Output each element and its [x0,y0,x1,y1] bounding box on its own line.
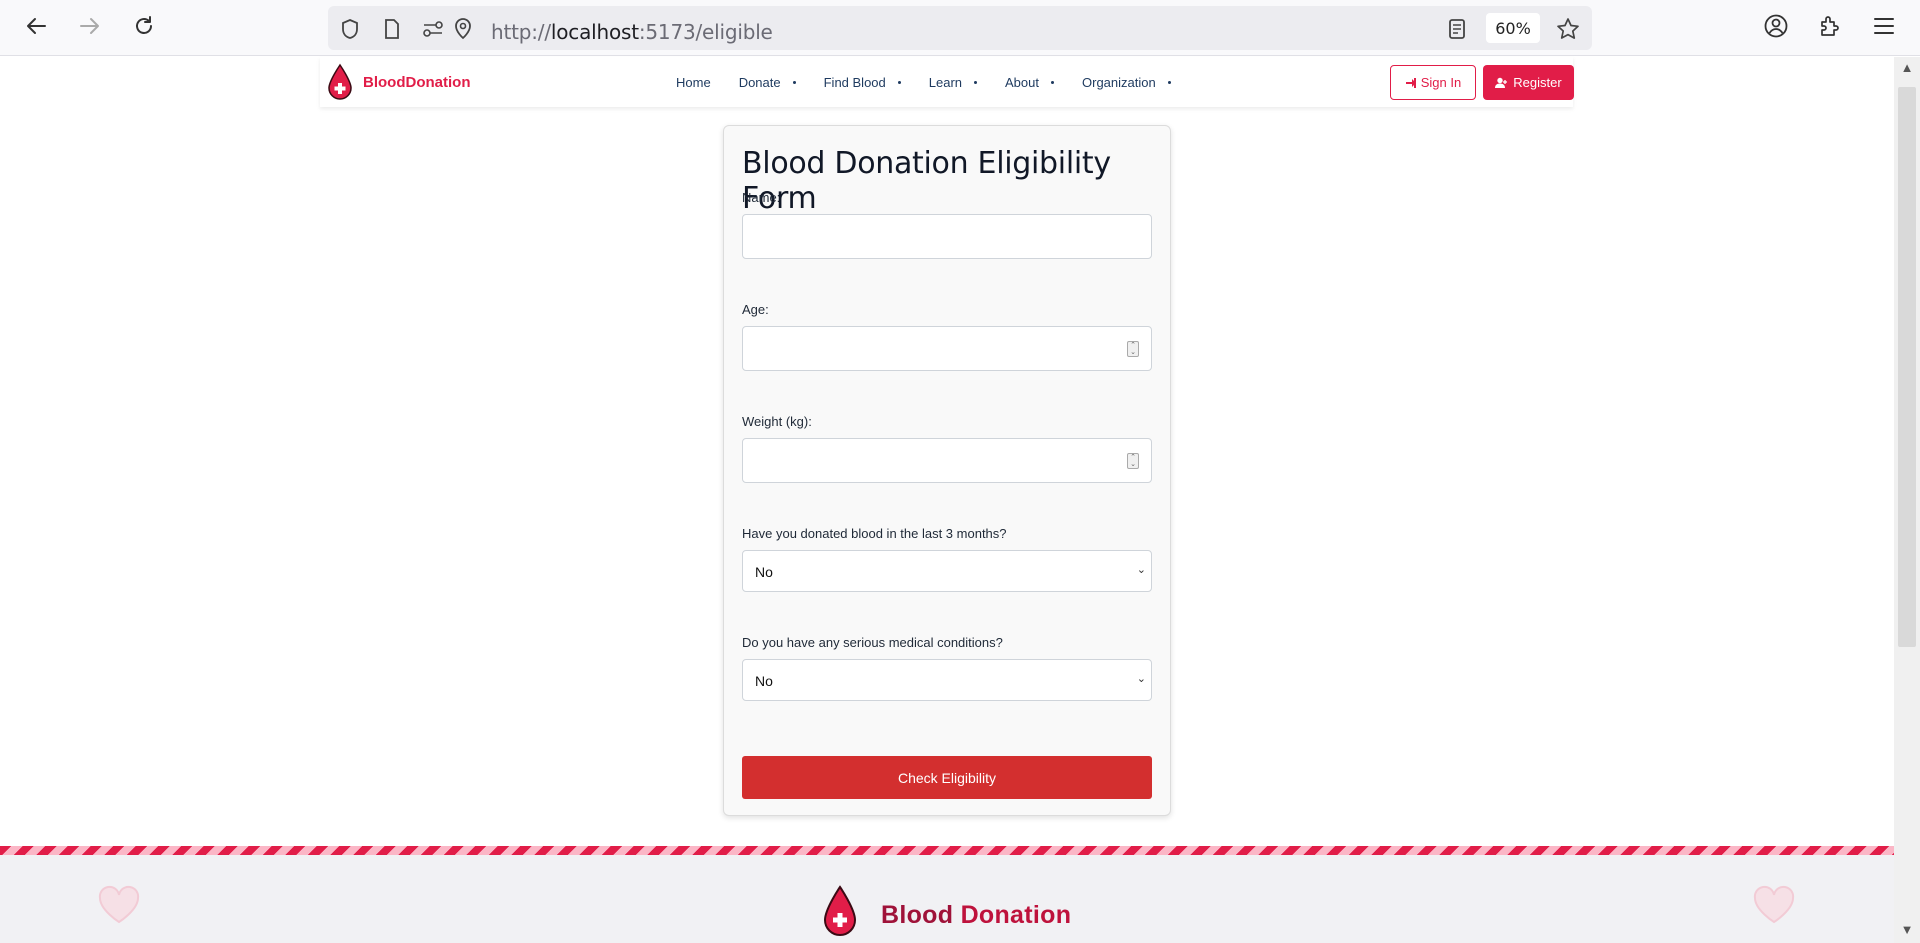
scroll-thumb[interactable] [1898,87,1916,647]
chevron-down-icon: ⌄ [1136,673,1146,685]
footer-brand-part2: Donation [960,901,1072,929]
weight-stepper-icon[interactable]: ⌃ ⌄ [1127,453,1139,469]
age-label: Age: [742,302,769,317]
name-input[interactable] [742,214,1152,259]
page-icon[interactable] [380,19,404,39]
reader-view-icon[interactable] [1445,19,1469,39]
medical-conditions-select[interactable]: No ⌄ [742,659,1152,701]
hamburger-icon [1874,18,1894,34]
scroll-down-icon[interactable]: ▼ [1899,923,1915,937]
medical-conditions-value: No [755,673,773,689]
bookmark-star-icon[interactable] [1556,18,1580,39]
footer: Blood Donation [0,855,1894,943]
weight-input[interactable]: ⌃ ⌄ [742,438,1152,483]
sign-in-label: Sign In [1420,75,1462,90]
nav-item-donate[interactable]: Donate [739,75,796,90]
form-title: Blood Donation Eligibility Form [742,146,1111,216]
check-eligibility-button[interactable]: Check Eligibility [742,756,1152,799]
dropdown-dot-icon [1051,81,1054,84]
user-plus-icon [1495,77,1508,88]
address-bar[interactable]: http://localhost:5173/eligible 60% [328,6,1592,50]
location-icon[interactable] [451,18,475,40]
dropdown-dot-icon [897,81,901,84]
nav-label: Home [676,75,711,90]
menu-button[interactable] [1868,12,1900,40]
chevron-down-icon: ⌄ [1136,564,1146,576]
name-label: Name: [742,190,781,205]
donated-recently-label: Have you donated blood in the last 3 mon… [742,526,1007,541]
forward-button[interactable] [74,12,106,40]
nav-item-organization[interactable]: Organization [1082,75,1171,90]
reload-button[interactable] [128,12,160,40]
back-arrow-icon [27,18,46,34]
page-scrollbar[interactable]: ▲ ▼ [1894,57,1920,943]
register-button[interactable]: Register [1483,65,1574,100]
shield-icon[interactable] [338,19,362,39]
nav-item-about[interactable]: About [1005,75,1054,90]
main-menu: Home Donate Find Blood Learn About Organ… [676,75,1199,90]
register-label: Register [1513,75,1562,90]
nav-label: Learn [928,75,963,90]
url-host: localhost [550,20,639,44]
brand-name[interactable]: BloodDonation [363,74,470,91]
scroll-up-icon[interactable]: ▲ [1899,61,1915,75]
nav-label: Donate [738,75,781,90]
nav-item-learn[interactable]: Learn [928,75,978,90]
age-input[interactable]: ⌃ ⌄ [742,326,1152,371]
donated-recently-value: No [755,564,773,580]
reload-icon [136,16,152,34]
account-button[interactable] [1760,12,1792,40]
dropdown-dot-icon [792,81,796,84]
donated-recently-select[interactable]: No ⌄ [742,550,1152,592]
age-stepper-icon[interactable]: ⌃ ⌄ [1127,341,1139,357]
footer-brand-part1: Blood [881,901,961,929]
url-prefix: http:// [491,20,551,44]
footer-brand: Blood Donation [881,901,1071,930]
account-icon [1764,14,1788,38]
extensions-button[interactable] [1814,12,1846,40]
medical-conditions-label: Do you have any serious medical conditio… [742,635,1003,650]
sign-in-icon [1405,77,1416,88]
zoom-level[interactable]: 60% [1486,13,1540,43]
heart-icon [1753,885,1795,924]
permissions-icon[interactable] [421,19,445,39]
heart-icon [98,885,140,924]
nav-label: About [1005,75,1039,90]
url-path: :5173/eligible [638,20,773,44]
forward-arrow-icon [80,18,99,34]
site-navbar: BloodDonation Home Donate Find Blood Lea… [320,57,1574,107]
nav-item-find-blood[interactable]: Find Blood [824,75,901,90]
browser-toolbar: http://localhost:5173/eligible 60% [0,0,1920,56]
back-button[interactable] [20,12,52,40]
url-text[interactable]: http://localhost:5173/eligible [491,20,773,44]
dropdown-dot-icon [1167,81,1171,84]
nav-item-home[interactable]: Home [676,75,711,90]
footer-blood-drop-icon [823,885,857,936]
blood-drop-logo-icon[interactable] [326,63,354,101]
footer-stripe [0,846,1894,855]
nav-label: Organization [1082,75,1156,90]
weight-label: Weight (kg): [742,414,812,429]
nav-label: Find Blood [823,75,886,90]
dropdown-dot-icon [974,81,978,84]
eligibility-form-card: Blood Donation Eligibility Form Name: Ag… [723,125,1171,816]
puzzle-icon [1821,16,1839,36]
sign-in-button[interactable]: Sign In [1390,65,1476,100]
